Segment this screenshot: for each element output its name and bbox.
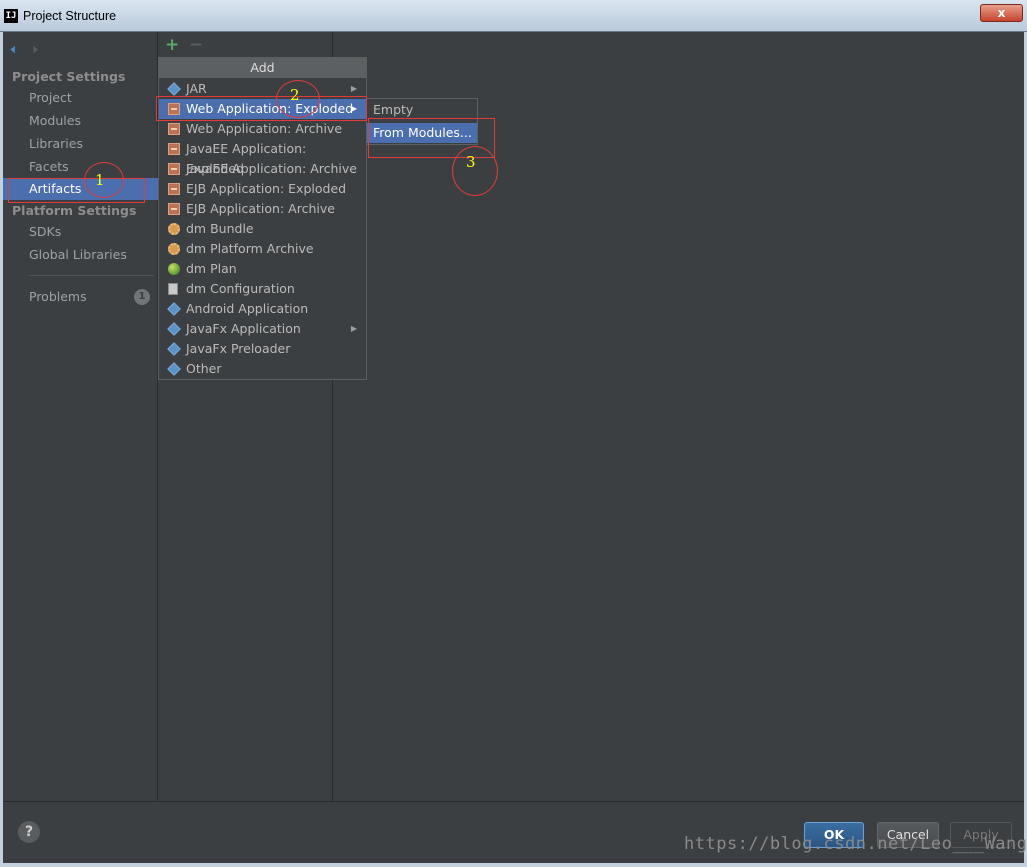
sidebar-item-libraries[interactable]: Libraries [29, 136, 83, 151]
submenu-arrow-icon: ▶ [350, 324, 357, 333]
sidebar-item-problems[interactable]: Problems [29, 289, 87, 304]
forward-arrow-icon[interactable]: 🢒 [33, 39, 38, 63]
package-icon [168, 203, 180, 215]
menu-item-label: dm Platform Archive [186, 241, 314, 256]
menu-item-label: dm Configuration [186, 281, 295, 296]
menu-item-dm-bundle[interactable]: dm Bundle [159, 219, 366, 239]
sidebar-item-facets[interactable]: Facets [29, 159, 69, 174]
sidebar-item-modules[interactable]: Modules [29, 113, 81, 128]
package-icon [168, 143, 180, 155]
close-button[interactable]: x [980, 4, 1023, 22]
annotation-box-1 [8, 178, 145, 203]
sidebar-item-project[interactable]: Project [29, 90, 72, 105]
diamond-icon [167, 322, 181, 336]
submenu-item-empty[interactable]: Empty [367, 100, 477, 120]
package-icon [168, 123, 180, 135]
menu-item-javaee-application-archive[interactable]: JavaEE Application: Archive [159, 159, 366, 179]
menu-item-other[interactable]: Other [159, 359, 366, 379]
back-arrow-icon[interactable]: 🢐 [10, 39, 15, 63]
document-icon [168, 283, 178, 295]
platform-settings-heading: Platform Settings [12, 203, 137, 218]
intellij-app-icon: IJ [4, 9, 18, 23]
add-icon[interactable]: + [165, 35, 179, 55]
menu-item-javafx-application[interactable]: JavaFx Application ▶ [159, 319, 366, 339]
menu-item-javaee-application-exploded[interactable]: JavaEE Application: Exploded [159, 139, 366, 176]
menu-item-label: JavaFx Application [186, 321, 301, 336]
annotation-number-1: 1 [95, 171, 105, 189]
diamond-icon [167, 82, 181, 96]
menu-item-label: Web Application: Archive [186, 121, 343, 136]
menu-item-label: EJB Application: Archive [186, 201, 335, 216]
menu-item-javafx-preloader[interactable]: JavaFx Preloader [159, 339, 366, 359]
menu-item-label: Other [186, 361, 222, 376]
popup-title: Add [159, 58, 366, 78]
annotation-number-2: 2 [290, 86, 300, 104]
menu-item-dm-plan[interactable]: dm Plan [159, 259, 366, 279]
menu-item-label: JAR [186, 81, 207, 96]
annotation-number-3: 3 [466, 153, 476, 171]
project-settings-heading: Project Settings [12, 69, 126, 84]
menu-item-label: JavaEE Application: Archive [186, 161, 357, 176]
window-frame-bottom [0, 863, 1027, 867]
diamond-icon [167, 302, 181, 316]
annotation-box-2 [156, 96, 367, 121]
menu-item-dm-platform-archive[interactable]: dm Platform Archive [159, 239, 366, 259]
menu-item-label: dm Plan [186, 261, 237, 276]
menu-item-ejb-application-archive[interactable]: EJB Application: Archive [159, 199, 366, 219]
sidebar-item-sdks[interactable]: SDKs [29, 224, 61, 239]
menu-item-web-application-archive[interactable]: Web Application: Archive [159, 119, 366, 139]
menu-item-label: EJB Application: Exploded [186, 181, 347, 196]
menu-item-label: dm Bundle [186, 221, 254, 236]
title-bar: IJ Project Structure x [0, 0, 1027, 32]
gear-icon [168, 223, 180, 235]
menu-item-label: JavaFx Preloader [186, 341, 291, 356]
menu-item-label: Android Application [186, 301, 309, 316]
sidebar-item-global-libraries[interactable]: Global Libraries [29, 247, 127, 262]
diamond-icon [167, 362, 181, 376]
remove-icon[interactable]: − [189, 35, 203, 55]
globe-icon [168, 263, 180, 275]
menu-item-dm-configuration[interactable]: dm Configuration [159, 279, 366, 299]
help-icon[interactable]: ? [18, 821, 40, 843]
settings-sidebar: 🢐 🢒 Project Settings Project Modules Lib… [3, 32, 158, 801]
blog-watermark: https://blog.csdn.net/Leo___Wang [684, 834, 1027, 854]
window-title: Project Structure [23, 9, 117, 23]
diamond-icon [167, 342, 181, 356]
menu-item-ejb-application-exploded[interactable]: EJB Application: Exploded [159, 179, 366, 199]
problems-count-badge: 1 [134, 289, 150, 305]
gear-icon [168, 243, 180, 255]
menu-item-android-application[interactable]: Android Application [159, 299, 366, 319]
sidebar-divider [29, 275, 154, 276]
package-icon [168, 183, 180, 195]
package-icon [168, 163, 180, 175]
